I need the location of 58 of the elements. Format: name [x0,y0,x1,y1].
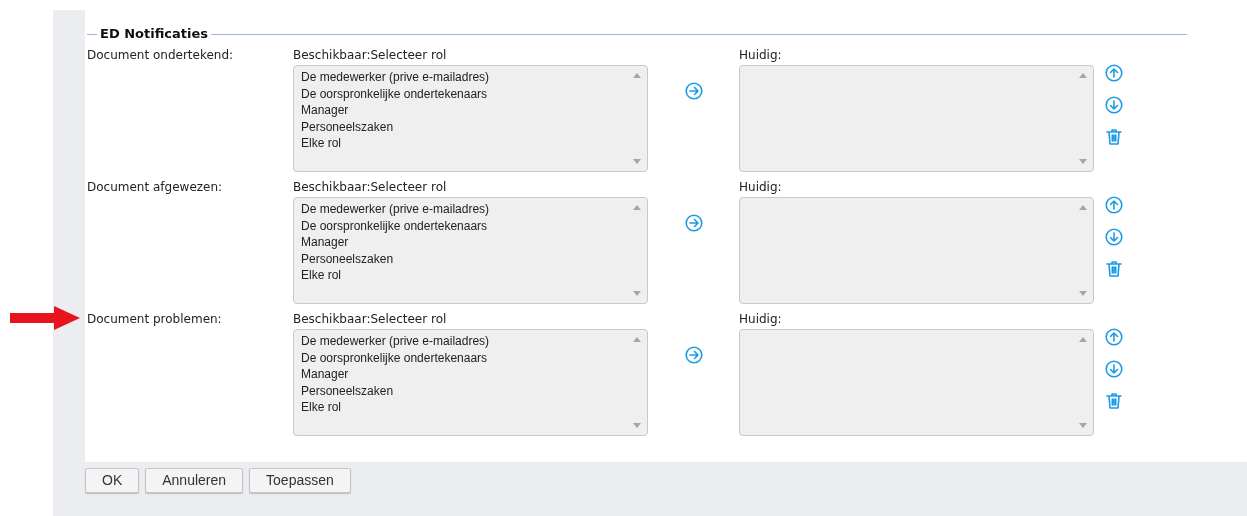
list-label: Beschikbaar:Selecteer rol [293,47,448,64]
scroll-up-icon[interactable] [633,337,641,342]
list-option[interactable]: Personeelszaken [301,382,394,399]
available-list[interactable]: De medewerker (prive e-mailadres) De oorspronkelijke ondertekenaars Manager Personeelszaken Elke rol [293,329,648,436]
scroll-up-icon[interactable] [1079,73,1087,78]
scroll-up-icon[interactable] [1079,337,1087,342]
add-arrow-icon[interactable] [684,346,703,364]
list-label: Beschikbaar:Selecteer rol [293,311,448,328]
list-label: Huidig: [739,179,783,196]
list-label: Beschikbaar:Selecteer rol [293,179,448,196]
dialog-button[interactable]: OK [85,468,140,493]
list-option[interactable]: De oorspronkelijke ondertekenaars [301,217,488,234]
move-up-icon[interactable] [1105,328,1123,346]
field-label: Document afgewezen: [87,180,223,194]
scroll-down-icon[interactable] [633,291,641,296]
scroll-down-icon[interactable] [633,423,641,428]
available-list[interactable]: De medewerker (prive e-mailadres) De oorspronkelijke ondertekenaars Manager Personeelszaken Elke rol [293,65,648,172]
move-down-icon[interactable] [1105,228,1123,246]
available-list[interactable]: De medewerker (prive e-mailadres) De oorspronkelijke ondertekenaars Manager Personeelszaken Elke rol [293,197,648,304]
list-label: Huidig: [739,311,783,328]
list-option[interactable]: Manager [301,102,349,119]
scroll-up-icon[interactable] [1079,205,1087,210]
list-option[interactable]: Elke rol [301,135,341,152]
list-option[interactable]: Elke rol [301,399,341,416]
scroll-down-icon[interactable] [1079,159,1087,164]
field-label: Document problemen: [87,312,222,326]
list-option[interactable]: Manager [301,366,349,383]
list-option[interactable]: De medewerker (prive e-mailadres) [301,201,490,218]
scroll-down-icon[interactable] [1079,291,1087,296]
trash-icon[interactable] [1105,260,1123,278]
dialog-button[interactable]: Toepassen [249,468,351,493]
trash-icon[interactable] [1105,392,1123,410]
move-up-icon[interactable] [1105,64,1123,82]
current-list[interactable] [739,65,1094,172]
scroll-down-icon[interactable] [633,159,641,164]
list-option[interactable]: Personeelszaken [301,118,394,135]
list-label: Huidig: [739,47,783,64]
current-list[interactable] [739,197,1094,304]
move-up-icon[interactable] [1105,196,1123,214]
list-option[interactable]: De oorspronkelijke ondertekenaars [301,85,488,102]
dialog-button[interactable]: Annuleren [145,468,244,493]
list-option[interactable]: Elke rol [301,267,341,284]
add-arrow-icon[interactable] [684,82,703,100]
list-option[interactable]: Manager [301,234,349,251]
move-down-icon[interactable] [1105,360,1123,378]
scroll-up-icon[interactable] [633,205,641,210]
list-option[interactable]: De medewerker (prive e-mailadres) [301,333,490,350]
section-title: ED Notificaties [99,25,210,44]
move-down-icon[interactable] [1105,96,1123,114]
trash-icon[interactable] [1105,128,1123,146]
add-arrow-icon[interactable] [684,214,703,232]
list-option[interactable]: De medewerker (prive e-mailadres) [301,69,490,86]
list-option[interactable]: Personeelszaken [301,250,394,267]
scroll-up-icon[interactable] [633,73,641,78]
field-label: Document ondertekend: [87,48,234,62]
list-option[interactable]: De oorspronkelijke ondertekenaars [301,349,488,366]
scroll-down-icon[interactable] [1079,423,1087,428]
current-list[interactable] [739,329,1094,436]
